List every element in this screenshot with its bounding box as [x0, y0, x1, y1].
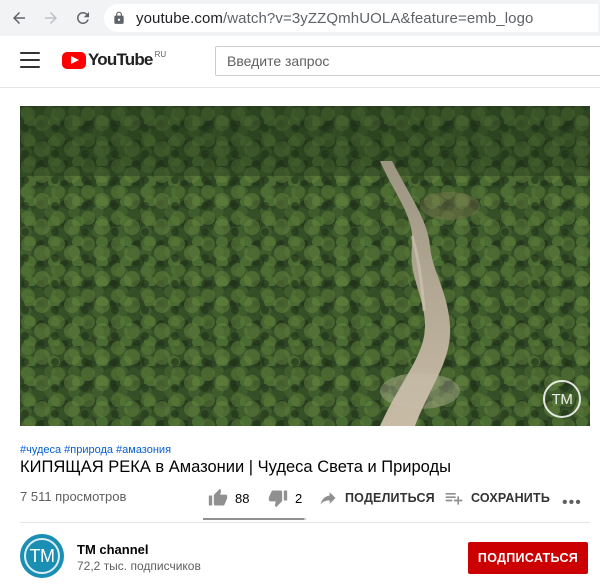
like-button[interactable]: 88	[208, 484, 249, 512]
share-arrow-icon	[320, 492, 336, 505]
logo-region: RU	[154, 50, 167, 59]
url-host: youtube.com	[136, 9, 223, 27]
video-frame-jungle	[20, 106, 590, 426]
avatar-ring	[24, 538, 60, 574]
subscribe-button[interactable]: ПОДПИСАТЬСЯ	[468, 542, 588, 574]
url-text: youtube.com/watch?v=3yZZQmhUOLA&feature=…	[136, 10, 534, 27]
dislike-button[interactable]: 2	[268, 484, 302, 512]
channel-watermark[interactable]: TM	[543, 380, 581, 418]
arrow-right-icon	[45, 12, 57, 24]
share-label: ПОДЕЛИТЬСЯ	[345, 491, 435, 505]
lock-icon	[114, 11, 124, 24]
search-box	[215, 46, 600, 76]
thumbs-down-icon	[268, 490, 288, 508]
save-button[interactable]: СОХРАНИТЬ	[444, 484, 550, 512]
like-count: 88	[235, 490, 250, 506]
divider	[20, 522, 590, 523]
hamburger-menu-icon[interactable]	[20, 52, 40, 70]
channel-name[interactable]: TM channel	[77, 542, 149, 557]
arrow-left-icon	[13, 12, 25, 24]
channel-avatar[interactable]: TM	[20, 534, 64, 578]
subscriber-count: 72,2 тыс. подписчиков	[77, 559, 201, 573]
browser-toolbar: youtube.com/watch?v=3yZZQmhUOLA&feature=…	[0, 0, 600, 36]
video-title: КИПЯЩАЯ РЕКА в Амазонии | Чудеса Света и…	[20, 458, 451, 476]
youtube-play-icon	[62, 52, 86, 69]
video-actions: 88 2 ПОДЕЛИТЬСЯ СОХРАНИТЬ	[0, 484, 600, 512]
reload-icon	[76, 11, 89, 24]
dislike-count: 2	[295, 490, 303, 506]
search-input[interactable]	[216, 47, 600, 75]
save-label: СОХРАНИТЬ	[471, 491, 550, 505]
more-actions-icon[interactable]: •••	[562, 494, 582, 512]
like-ratio-bar	[203, 518, 306, 520]
back-button[interactable]	[6, 5, 32, 31]
like-ratio-fill	[203, 518, 304, 520]
address-bar[interactable]: youtube.com/watch?v=3yZZQmhUOLA&feature=…	[104, 4, 598, 32]
hashtag-link[interactable]: #природа	[64, 444, 113, 456]
reload-button[interactable]	[70, 5, 96, 31]
playlist-add-icon	[445, 493, 463, 505]
thumbs-up-icon	[208, 488, 228, 506]
youtube-logo[interactable]: YouTube RU	[62, 50, 166, 70]
url-path: /watch?v=3yZZQmhUOLA&feature=emb_logo	[222, 9, 534, 27]
forward-button[interactable]	[38, 5, 64, 31]
hashtag-list: #чудеса #природа #амазония	[20, 444, 174, 456]
hashtag-link[interactable]: #амазония	[116, 444, 171, 456]
logo-text: YouTube	[88, 50, 153, 69]
youtube-header: YouTube RU	[0, 36, 600, 88]
video-player[interactable]: TM	[20, 106, 590, 426]
share-button[interactable]: ПОДЕЛИТЬСЯ	[318, 484, 435, 512]
hashtag-link[interactable]: #чудеса	[20, 444, 61, 456]
